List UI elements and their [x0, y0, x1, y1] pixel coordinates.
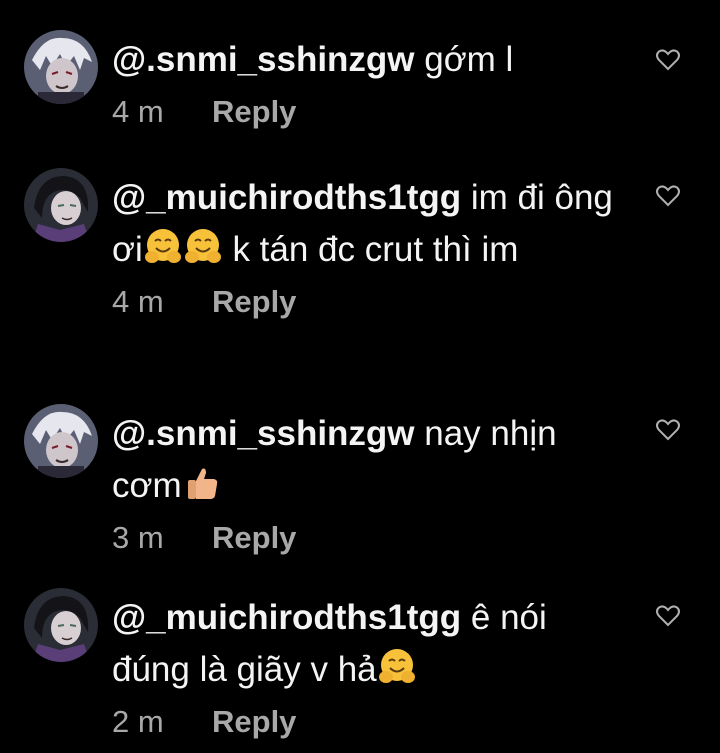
heart-icon[interactable]	[655, 48, 681, 72]
comment-body: k tán đc crut thì im	[222, 230, 519, 269]
comment-username[interactable]: @_muichirodths1tgg	[112, 178, 461, 217]
comment-text: @.snmi_sshinzgw nay nhịn cơm	[112, 408, 622, 512]
comment-username[interactable]: @_muichirodths1tgg	[112, 598, 461, 637]
reply-button[interactable]: Reply	[212, 698, 296, 746]
avatar[interactable]	[24, 168, 98, 242]
reply-button[interactable]: Reply	[212, 278, 296, 326]
comment-meta: 4 m Reply	[112, 88, 622, 136]
avatar[interactable]	[24, 588, 98, 662]
comment-time: 2 m	[112, 704, 164, 739]
comment-time: 4 m	[112, 284, 164, 319]
avatar[interactable]	[24, 30, 98, 104]
comment-text: @_muichirodths1tgg im đi ông ơi k tán đc…	[112, 172, 622, 276]
comment-text: @.snmi_sshinzgw gớm l	[112, 34, 622, 86]
heart-icon[interactable]	[655, 184, 681, 208]
hugging-face-emoji	[143, 227, 183, 267]
comment-meta: 4 m Reply	[112, 278, 622, 326]
hugging-face-emoji	[183, 227, 223, 267]
heart-icon[interactable]	[655, 418, 681, 442]
avatar[interactable]	[24, 404, 98, 478]
heart-icon[interactable]	[655, 604, 681, 628]
reply-button[interactable]: Reply	[212, 88, 296, 136]
thumbs-up-emoji	[182, 463, 222, 503]
reply-button[interactable]: Reply	[212, 514, 296, 562]
comment-username[interactable]: @.snmi_sshinzgw	[112, 40, 415, 79]
comment-meta: 2 m Reply	[112, 698, 622, 746]
hugging-face-emoji	[377, 647, 417, 687]
comment-time: 4 m	[112, 94, 164, 129]
comment-meta: 3 m Reply	[112, 514, 622, 562]
comment-text: @_muichirodths1tgg ê nói đúng là giãy v …	[112, 592, 622, 696]
comment-time: 3 m	[112, 520, 164, 555]
comment-body: gớm l	[414, 40, 514, 79]
comment-username[interactable]: @.snmi_sshinzgw	[112, 414, 415, 453]
